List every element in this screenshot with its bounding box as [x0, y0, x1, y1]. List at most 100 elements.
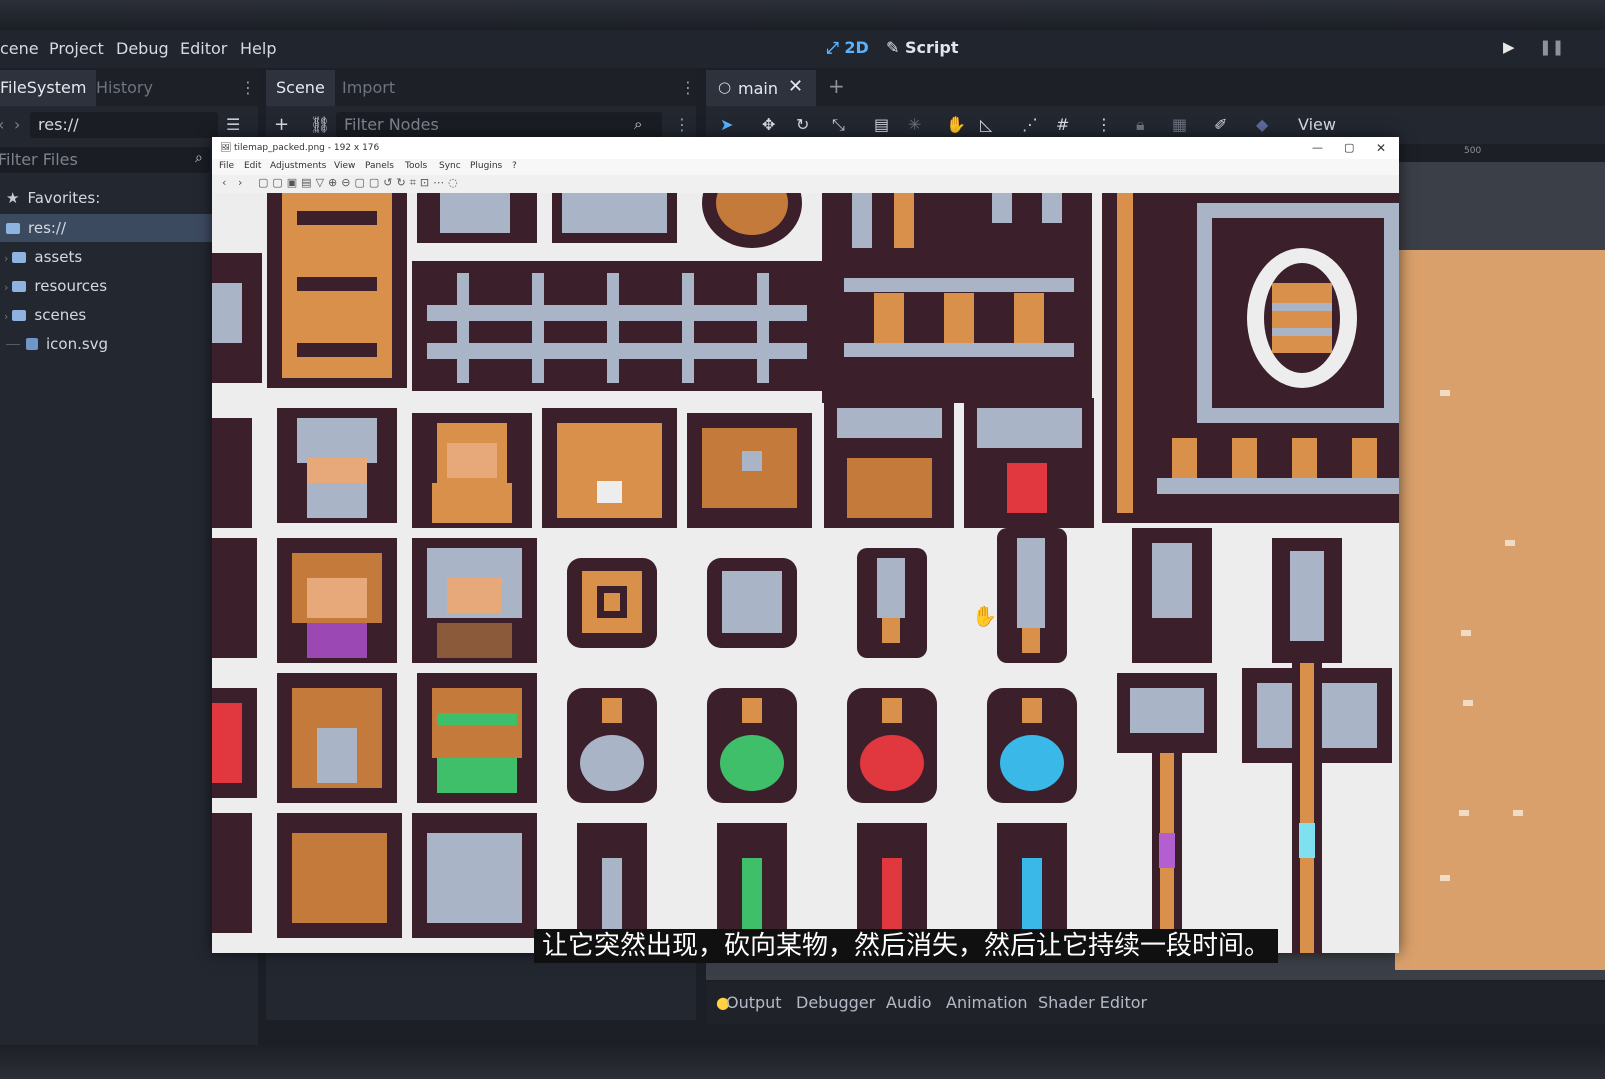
rotate-tool-icon[interactable]: ↻ [796, 115, 809, 134]
path-field[interactable]: res:// [30, 112, 218, 138]
helmet-tiles [277, 813, 537, 938]
tab-shader-editor[interactable]: Shader Editor [1038, 993, 1147, 1012]
pivot-tool-icon[interactable]: ✳ [908, 115, 921, 134]
menu-help[interactable]: Help [240, 39, 276, 58]
group-icon[interactable]: ▦ [1172, 115, 1187, 134]
nav-back-icon[interactable]: ‹ [0, 115, 4, 134]
back-icon[interactable]: ‹ [222, 176, 226, 189]
menu-debug[interactable]: Debug [116, 39, 169, 58]
split-view-icon[interactable]: ☰ [226, 115, 240, 134]
tree-item-res[interactable]: res:// [0, 214, 216, 242]
viewer-menu-adjustments[interactable]: Adjustments [270, 161, 326, 171]
link-icon[interactable]: ⛓ [310, 115, 330, 134]
fence-tile [412, 261, 822, 391]
viewer-menu-view[interactable]: View [334, 161, 355, 171]
favorites-row[interactable]: ★ Favorites: [6, 184, 222, 212]
menu-editor[interactable]: Editor [180, 39, 227, 58]
viewer-title: tilemap_packed.png - 192 x 176 [234, 143, 380, 153]
filesystem-menu-icon[interactable]: ⋮ [240, 78, 256, 97]
tab-audio[interactable]: Audio [886, 993, 931, 1012]
menu-scene[interactable]: cene [0, 39, 39, 58]
bone-icon[interactable]: ✐ [1214, 115, 1227, 134]
filesystem-tabbar: FileSystem History ⋮ [0, 70, 258, 106]
ruler-tool-icon[interactable]: ◺ [980, 115, 992, 134]
ranger-character [417, 673, 537, 803]
forward-icon[interactable]: › [238, 176, 242, 189]
viewer-menu-plugins[interactable]: Plugins [470, 161, 502, 171]
tree-item-resources[interactable]: › resources [0, 272, 216, 300]
viewer-menu-sync[interactable]: Sync [439, 161, 461, 171]
dagger-tile [857, 548, 927, 658]
mode-2d-button[interactable]: ⤢ 2D [826, 38, 869, 58]
star-icon: ★ [6, 189, 20, 207]
pan-tool-icon[interactable]: ✋ [946, 115, 966, 134]
ruler-label: 500 [1464, 146, 1482, 156]
viewer-menu-tools[interactable]: Tools [405, 161, 427, 171]
hammer-tile [1117, 673, 1217, 953]
grid-snap-icon[interactable]: # [1056, 115, 1069, 134]
viewer-menu-file[interactable]: File [219, 161, 234, 171]
scene-tab-main[interactable]: ○ main ✕ [706, 70, 816, 106]
top-blur-band [0, 0, 1605, 28]
minimize-icon[interactable]: — [1312, 137, 1323, 159]
view-menu[interactable]: View [1298, 115, 1336, 134]
2d-icon: ⤢ [826, 38, 839, 57]
select-tool-icon[interactable]: ➤ [720, 115, 733, 134]
lock-icon[interactable]: 🔒︎ [1136, 115, 1145, 135]
bottom-panel: ● Output Debugger Audio Animation Shader… [706, 982, 1605, 1024]
tree-item-assets[interactable]: › assets [0, 243, 216, 271]
expand-arrow-icon[interactable]: › [4, 281, 8, 294]
pause-icon[interactable]: ❚❚ [1539, 38, 1564, 56]
knight-character [277, 408, 397, 523]
camera-icon[interactable]: ◆ [1256, 115, 1268, 134]
close-icon[interactable]: ✕ [1376, 137, 1386, 159]
smart-snap-icon[interactable]: ⋰ [1022, 115, 1038, 134]
tree-item-icon-svg[interactable]: icon.svg [0, 330, 216, 358]
video-subtitle: 让它突然出现，砍向某物，然后消失，然后让它持续一段时间。 [534, 929, 1279, 963]
move-tool-icon[interactable]: ✥ [762, 115, 775, 134]
maximize-icon[interactable]: ▢ [1344, 137, 1354, 159]
image-viewer-window: 🖼︎ tilemap_packed.png - 192 x 176 — ▢ ✕ … [212, 137, 1399, 953]
mode-script-button[interactable]: ✎ Script [886, 38, 958, 57]
scene-filter-menu-icon[interactable]: ⋮ [674, 115, 690, 134]
menu-project[interactable]: Project [49, 39, 104, 58]
folder-icon [12, 281, 27, 292]
sand-tilemap [1395, 250, 1605, 970]
new-tab-icon[interactable]: + [828, 74, 845, 98]
nav-forward-icon[interactable]: › [14, 115, 20, 134]
add-node-icon[interactable]: + [274, 114, 289, 135]
spear-tile [1132, 528, 1342, 663]
tree-item-scenes[interactable]: › scenes [0, 301, 216, 329]
close-icon[interactable]: ✕ [788, 76, 803, 97]
tab-debugger[interactable]: Debugger [796, 993, 875, 1012]
potion-green [707, 688, 797, 803]
tab-output[interactable]: Output [726, 993, 782, 1012]
favorites-label: Favorites: [27, 189, 101, 207]
play-icon[interactable]: ▶ [1503, 38, 1515, 56]
viewer-tool-icons[interactable]: ▢▢▣▤▽⊕⊖▢▢↺↻⌗⊡⋯◌ [258, 176, 462, 190]
image-file-icon [26, 338, 38, 350]
viewer-menubar: File Edit Adjustments View Panels Tools … [212, 159, 1399, 175]
shield-wood-tile [567, 558, 657, 648]
viewer-titlebar: 🖼︎ tilemap_packed.png - 192 x 176 — ▢ ✕ [212, 137, 1399, 159]
filter-nodes-input[interactable]: Filter Nodes [336, 112, 662, 138]
tab-scene[interactable]: Scene [266, 70, 335, 106]
scale-tool-icon[interactable]: ⤡ [832, 115, 845, 135]
viewer-menu-edit[interactable]: Edit [244, 161, 261, 171]
shield-steel-tile [707, 558, 797, 648]
tab-import[interactable]: Import [332, 70, 405, 106]
expand-arrow-icon[interactable]: › [4, 310, 8, 323]
script-icon: ✎ [886, 38, 900, 57]
viewer-menu-help[interactable]: ? [512, 161, 517, 171]
tab-history[interactable]: History [86, 70, 163, 106]
tab-filesystem[interactable]: FileSystem [0, 70, 97, 106]
filter-files-input[interactable]: Filter Files [0, 147, 210, 173]
folder-icon [12, 252, 27, 263]
scene-menu-icon[interactable]: ⋮ [680, 78, 696, 97]
old-man-character [412, 538, 537, 663]
viewer-menu-panels[interactable]: Panels [365, 161, 394, 171]
snap-options-icon[interactable]: ⋮ [1096, 115, 1112, 134]
list-tool-icon[interactable]: ▤ [874, 115, 889, 134]
expand-arrow-icon[interactable]: › [4, 252, 8, 265]
tab-animation[interactable]: Animation [946, 993, 1028, 1012]
